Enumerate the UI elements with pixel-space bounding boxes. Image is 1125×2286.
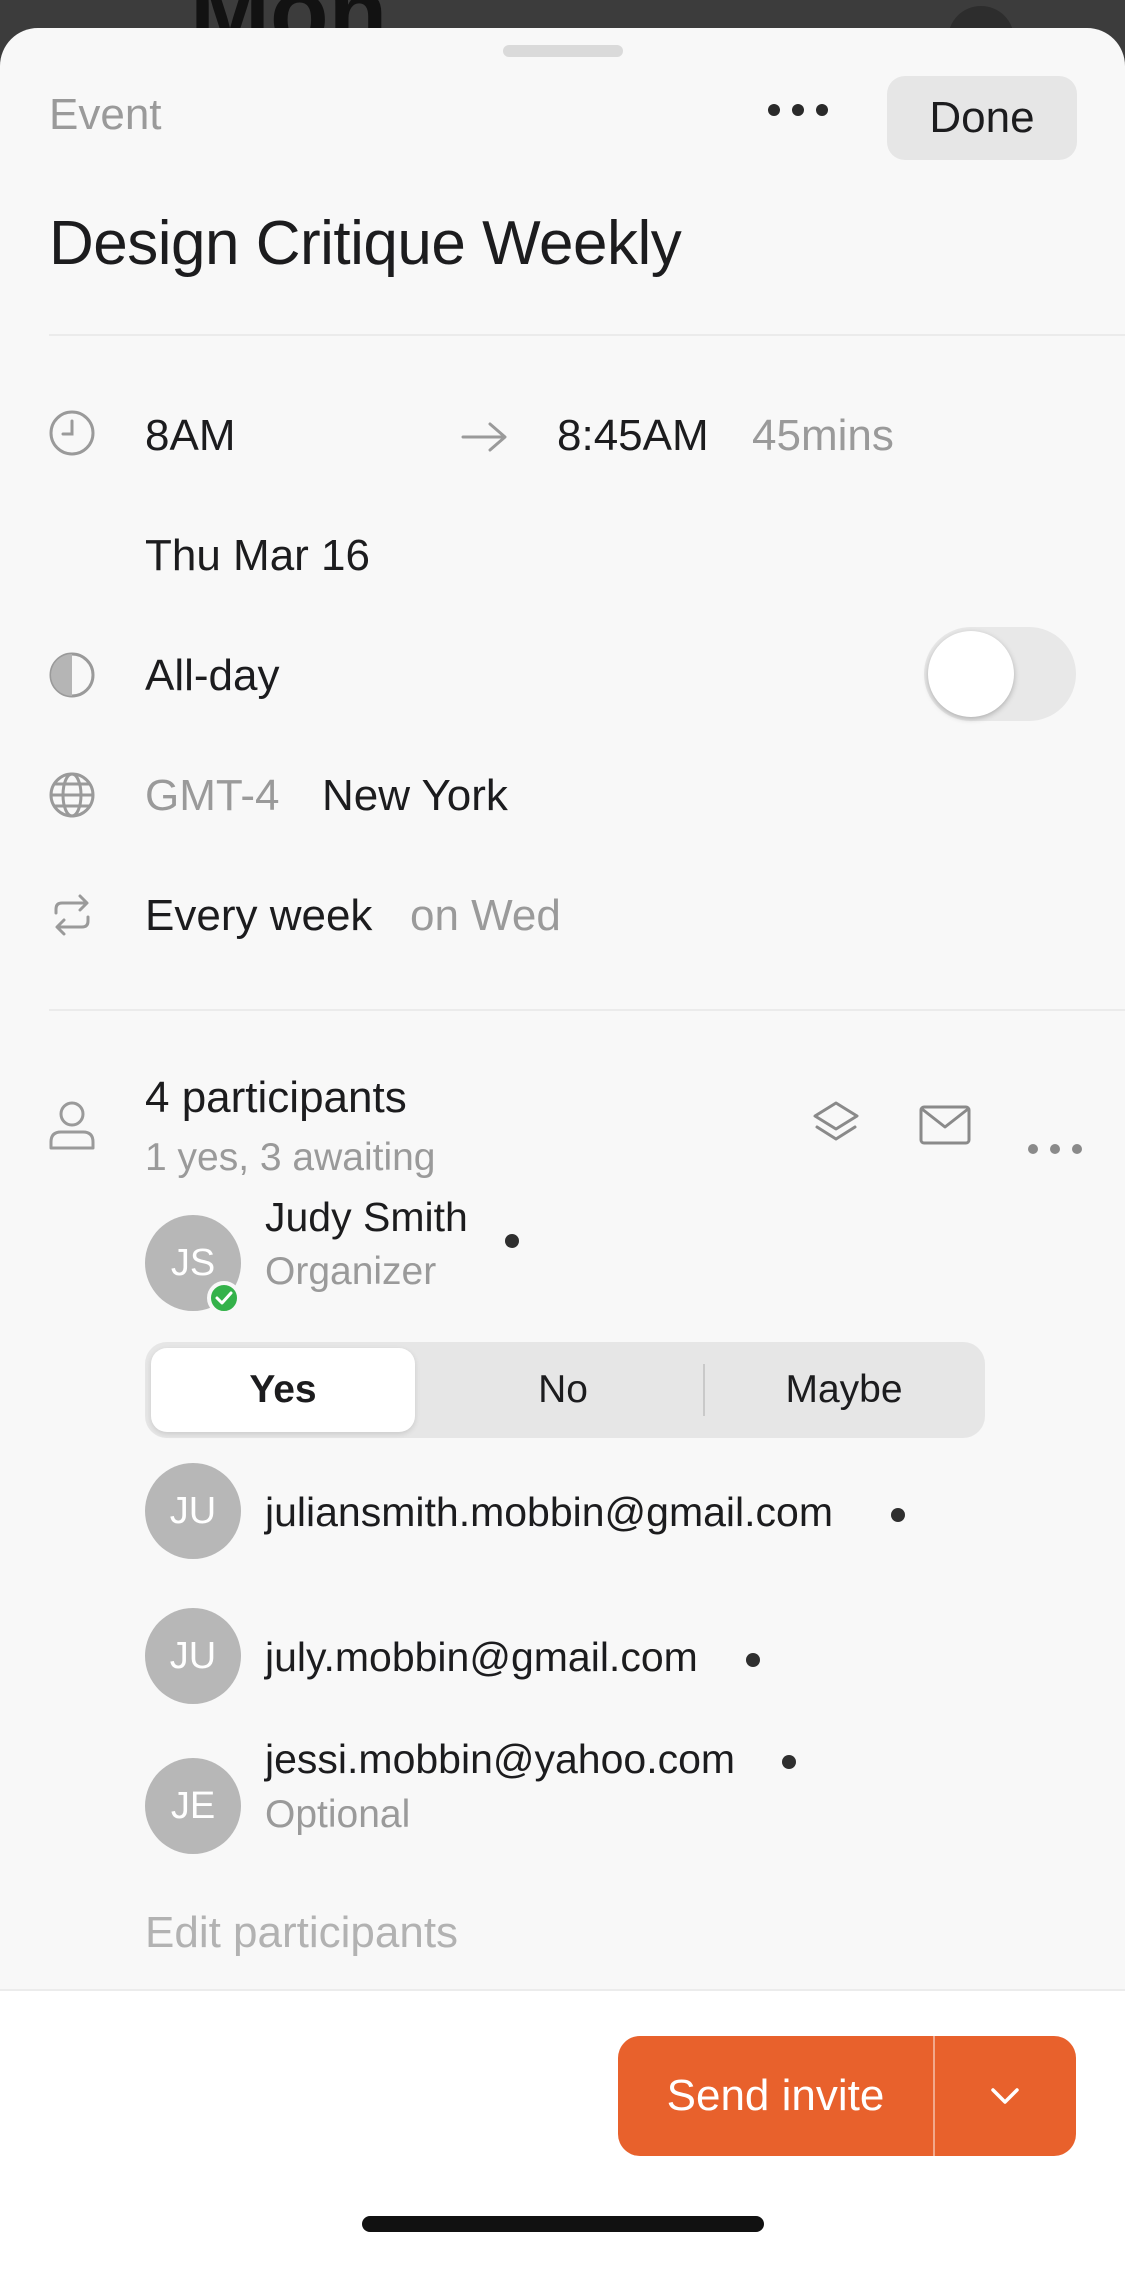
layers-icon[interactable]: [811, 1099, 861, 1149]
send-invite-label: Send invite: [666, 2071, 885, 2120]
person-icon: [49, 1101, 95, 1150]
participant-email[interactable]: jessi.mobbin@yahoo.com: [265, 1736, 735, 1783]
participants-title: 4 participants: [145, 1073, 407, 1122]
clock-icon: [49, 410, 95, 456]
send-options-chevron-icon[interactable]: [935, 2036, 1076, 2156]
divider: [49, 1009, 1125, 1011]
accepted-check-icon: [207, 1281, 241, 1315]
rsvp-no-option[interactable]: No: [430, 1348, 696, 1432]
timezone-offset[interactable]: GMT-4: [145, 771, 279, 821]
repeat-label[interactable]: Every week: [145, 891, 372, 941]
more-options-icon[interactable]: [768, 104, 828, 118]
participants-more-icon[interactable]: [1028, 1144, 1084, 1154]
all-day-toggle[interactable]: [924, 627, 1076, 721]
end-time[interactable]: 8:45AM: [557, 411, 709, 461]
done-button[interactable]: Done: [887, 76, 1077, 160]
half-circle-icon: [49, 652, 95, 698]
home-indicator: [362, 2216, 764, 2232]
segment-separator: [703, 1364, 705, 1416]
avatar: JU: [145, 1463, 241, 1559]
participant-name[interactable]: Judy Smith: [265, 1194, 468, 1241]
event-sheet: Event Done Design Critique Weekly 8AM 8:…: [0, 28, 1125, 2284]
participant-email[interactable]: july.mobbin@gmail.com: [265, 1634, 698, 1681]
rsvp-maybe-option[interactable]: Maybe: [709, 1348, 979, 1432]
rsvp-segmented-control: Yes No Maybe: [145, 1342, 985, 1438]
participants-summary: 1 yes, 3 awaiting: [145, 1136, 436, 1179]
send-invite-button[interactable]: Send invite: [618, 2036, 1076, 2156]
participant-role: Organizer: [265, 1250, 437, 1293]
participant-email[interactable]: juliansmith.mobbin@gmail.com: [265, 1489, 833, 1536]
edit-participants-link[interactable]: Edit participants: [145, 1908, 458, 1958]
event-title[interactable]: Design Critique Weekly: [49, 208, 682, 279]
sheet-kind-label: Event: [49, 90, 162, 139]
mail-icon[interactable]: [919, 1105, 971, 1145]
timezone-city[interactable]: New York: [322, 771, 508, 821]
rsvp-yes-option[interactable]: Yes: [151, 1348, 415, 1432]
status-dot: [891, 1508, 905, 1522]
all-day-label: All-day: [145, 651, 280, 700]
sheet-grabber[interactable]: [503, 45, 623, 57]
avatar: JU: [145, 1608, 241, 1704]
avatar: JE: [145, 1758, 241, 1854]
status-dot: [782, 1755, 796, 1769]
start-time[interactable]: 8AM: [145, 411, 235, 461]
repeat-icon: [54, 894, 90, 936]
toggle-knob: [928, 631, 1014, 717]
arrow-right-icon: [461, 422, 507, 452]
event-date[interactable]: Thu Mar 16: [145, 531, 370, 581]
participant-role: Optional: [265, 1793, 411, 1836]
repeat-detail[interactable]: on Wed: [410, 891, 561, 941]
globe-icon: [49, 772, 95, 818]
duration-label: 45mins: [752, 411, 894, 460]
status-dot: [505, 1234, 519, 1248]
status-dot: [746, 1653, 760, 1667]
divider: [49, 334, 1125, 336]
